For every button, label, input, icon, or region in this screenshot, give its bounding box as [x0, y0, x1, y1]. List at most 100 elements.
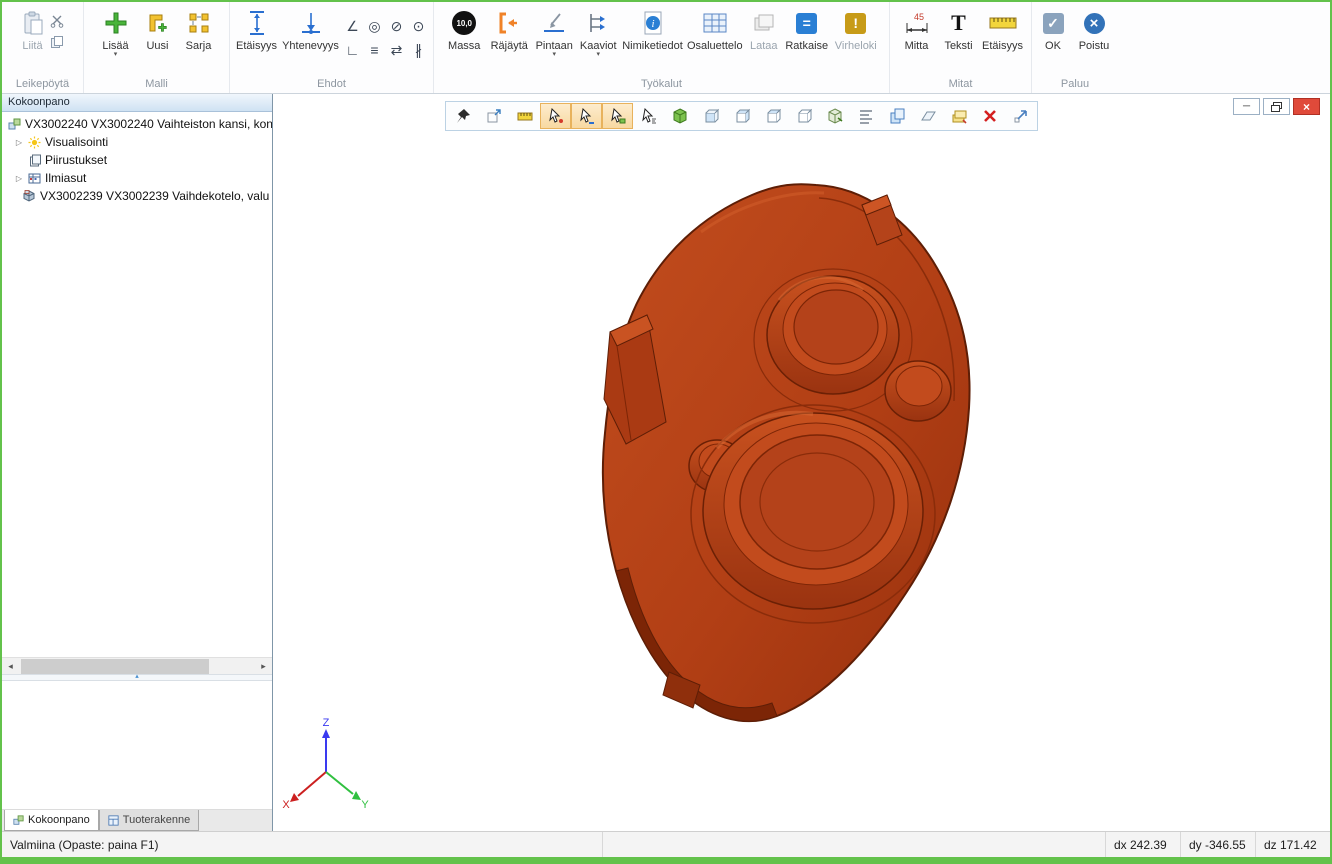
secondary-pane [2, 681, 272, 810]
item-data-button[interactable]: i Nimiketiedot [620, 4, 685, 52]
angle-constraint-icon[interactable]: ∠ [342, 14, 364, 38]
move-view-icon[interactable] [1005, 103, 1036, 129]
tree-item-visualization[interactable]: ▷ Visualisointi [2, 133, 272, 151]
splitter-handle-icon: ▴ [135, 673, 139, 680]
close-button[interactable]: × [1293, 98, 1320, 115]
drawing-sheets-icon[interactable] [943, 103, 974, 129]
assembly-tree: VX3002240 VX3002240 Vaihteiston kansi, k… [2, 112, 272, 657]
text-button[interactable]: T Teksti [938, 4, 980, 52]
tab-label: Kokoonpano [28, 814, 90, 826]
error-log-label: Virheloki [835, 40, 877, 52]
minimize-button[interactable]: ─ [1233, 98, 1260, 115]
exit-label: Poistu [1079, 40, 1110, 52]
view-box-3-icon[interactable] [757, 103, 788, 129]
delete-icon[interactable] [974, 103, 1005, 129]
scroll-left-icon[interactable]: ◂ [2, 658, 19, 674]
tree-item-part[interactable]: VX3002239 VX3002239 Vaihdekotelo, valu . [2, 187, 272, 205]
tab-tuoterakenne[interactable]: Tuoterakenne [99, 810, 199, 831]
dimension-button[interactable]: 45 Mitta [896, 4, 938, 52]
select-face-icon[interactable] [602, 103, 633, 129]
exit-icon: × [1084, 13, 1105, 34]
panel-splitter[interactable]: ▴ [2, 674, 272, 681]
tab-kokoonpano[interactable]: Kokoonpano [4, 810, 99, 831]
ribbon: Liitä Leikepöytä [2, 2, 1330, 94]
measure-distance-button[interactable]: Etäisyys [980, 4, 1026, 52]
load-button[interactable]: Lataa [745, 4, 783, 52]
dimension-label: Mitta [905, 40, 929, 52]
model-viewport[interactable]: Z X Y [273, 94, 1330, 831]
distance-constraint-icon [246, 7, 268, 39]
tree-item-configurations[interactable]: ▷ Ilmiasut [2, 169, 272, 187]
parts-list-button[interactable]: Osaluettelo [685, 4, 745, 52]
scrollbar-track[interactable] [19, 658, 255, 674]
ok-button[interactable]: ✓ OK [1034, 4, 1072, 52]
mass-button[interactable]: 10,0 Massa [442, 4, 486, 52]
measure-ruler-icon[interactable] [509, 103, 540, 129]
tree-item-root-assembly[interactable]: VX3002240 VX3002240 Vaihteiston kansi, k… [2, 115, 272, 133]
dimension-icon: 45 [904, 7, 930, 39]
copy-button[interactable] [47, 33, 67, 51]
select-edge-icon[interactable] [571, 103, 602, 129]
copy-view-icon[interactable] [881, 103, 912, 129]
to-surface-icon [542, 7, 566, 39]
error-log-button[interactable]: ! Virheloki [831, 4, 881, 52]
select-vertex-icon[interactable] [540, 103, 571, 129]
solve-button[interactable]: = Ratkaise [783, 4, 831, 52]
paste-icon [21, 7, 45, 39]
view-box-4-icon[interactable] [788, 103, 819, 129]
parallel-constraint-icon[interactable]: ≡ [364, 38, 386, 62]
perpendicular-constraint-icon[interactable]: ∟ [342, 38, 364, 62]
ribbon-group-dimensions: 45 Mitta T Teksti Etäisyys Mitat [890, 2, 1032, 93]
axis-y-label: Y [361, 799, 369, 811]
axis-z-label: Z [323, 717, 330, 729]
restore-button[interactable] [1263, 98, 1290, 115]
coaxial-constraint-icon[interactable]: ⊙ [408, 14, 430, 38]
antiparallel-constraint-icon[interactable]: ∦ [408, 38, 430, 62]
scrollbar-thumb[interactable] [21, 659, 209, 674]
add-caret-icon: ▾ [114, 52, 118, 58]
to-surface-button[interactable]: Pintaan ▾ [532, 4, 576, 58]
view-shaded-icon[interactable] [664, 103, 695, 129]
tab-label: Tuoterakenne [123, 814, 190, 826]
product-structure-tab-icon [108, 815, 119, 826]
select-element-icon[interactable] [633, 103, 664, 129]
array-button[interactable]: Sarja [178, 4, 220, 52]
assembly-tab-icon [13, 815, 24, 826]
expand-icon[interactable]: ▷ [14, 174, 24, 183]
scroll-right-icon[interactable]: ▸ [255, 658, 272, 674]
tree-item-drawings[interactable]: Piirustukset [2, 151, 272, 169]
view-box-2-icon[interactable] [726, 103, 757, 129]
paste-label: Liitä [22, 40, 42, 52]
add-button[interactable]: Lisää ▾ [94, 4, 138, 58]
gearbox-cover-model[interactable]: Z X Y [273, 94, 1330, 831]
part-icon [22, 190, 36, 203]
axis-x-label: X [282, 799, 290, 811]
mass-icon: 10,0 [452, 11, 476, 35]
new-button[interactable]: Uusi [138, 4, 178, 52]
explode-button[interactable]: Räjäytä [486, 4, 532, 52]
exit-button[interactable]: × Poistu [1072, 4, 1116, 52]
display-levels-icon[interactable] [850, 103, 881, 129]
coincident-constraint-button[interactable]: Yhtenevyys [280, 4, 342, 52]
mass-label: Massa [448, 40, 480, 52]
fit-view-icon[interactable] [478, 103, 509, 129]
document-window-controls: ─ × [1233, 98, 1320, 115]
group-label-clipboard: Leikepöytä [4, 77, 81, 93]
new-label: Uusi [146, 40, 168, 52]
symmetric-constraint-icon[interactable]: ⇄ [386, 38, 408, 62]
pin-icon[interactable] [447, 103, 478, 129]
cut-button[interactable] [47, 12, 67, 30]
concentric-constraint-icon[interactable]: ◎ [364, 14, 386, 38]
expand-icon[interactable]: ▷ [14, 138, 24, 147]
tree-item-label: Visualisointi [45, 135, 108, 149]
tree-horizontal-scrollbar[interactable]: ◂ ▸ [2, 657, 272, 674]
view-box-5-icon[interactable] [819, 103, 850, 129]
view-plane-icon[interactable] [912, 103, 943, 129]
schematics-button[interactable]: Kaaviot ▾ [576, 4, 620, 58]
view-box-1-icon[interactable] [695, 103, 726, 129]
group-label-return: Paluu [1034, 77, 1116, 93]
tangent-constraint-icon[interactable]: ⊘ [386, 14, 408, 38]
distance-constraint-button[interactable]: Etäisyys [234, 4, 280, 52]
paste-button[interactable]: Liitä [19, 4, 47, 52]
item-data-label: Nimiketiedot [622, 40, 683, 52]
